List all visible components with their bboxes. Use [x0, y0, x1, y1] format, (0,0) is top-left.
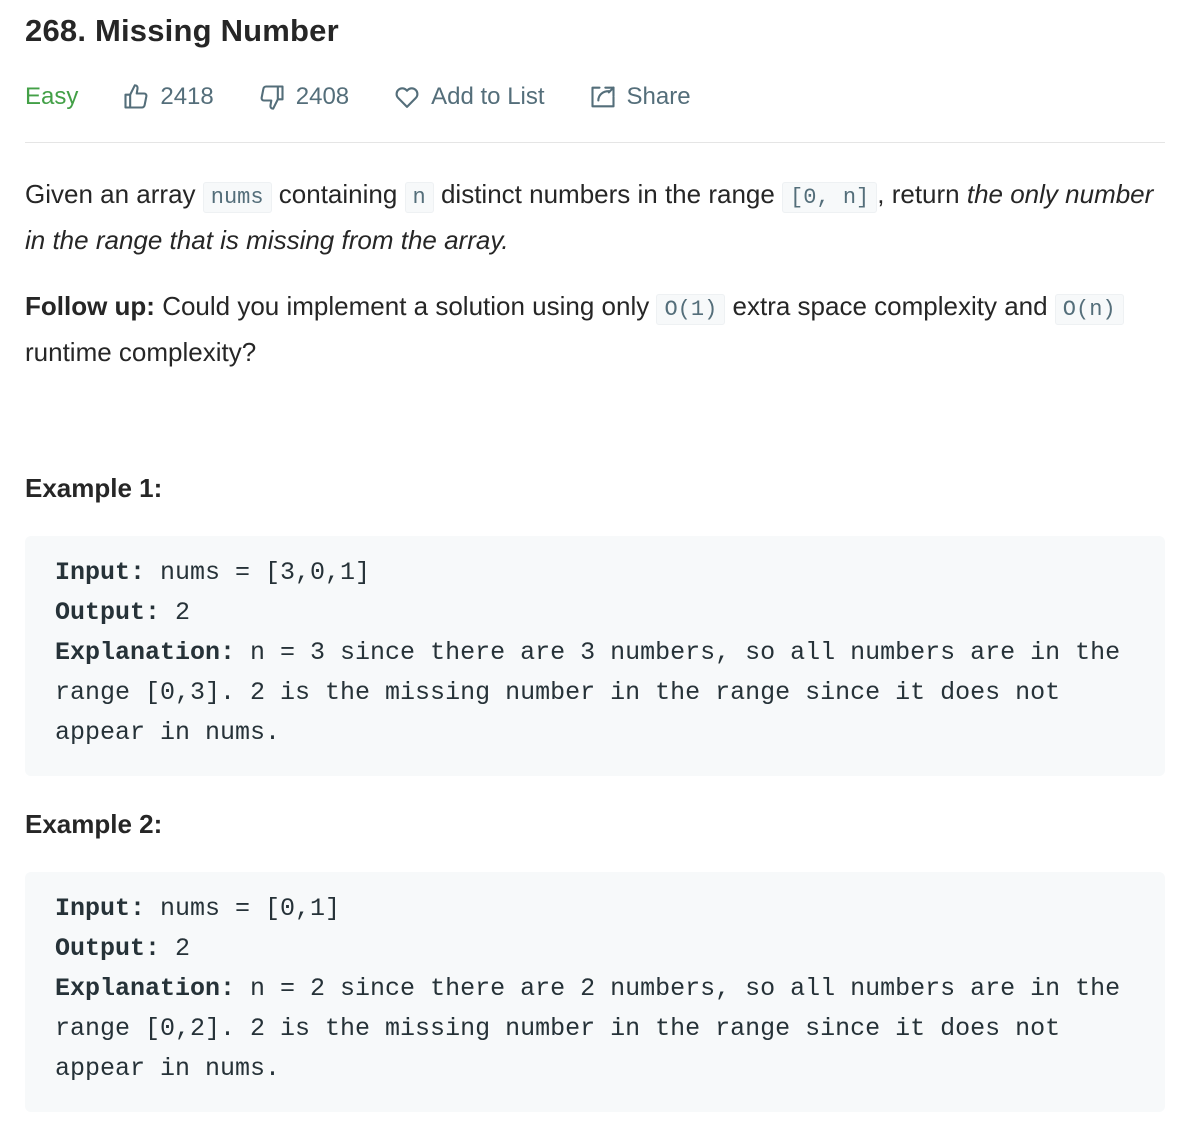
example-2-heading: Example 2:	[25, 809, 163, 839]
output-label: Output:	[55, 934, 161, 963]
add-to-list-label: Add to List	[431, 83, 545, 110]
inline-code-runtime: O(n)	[1054, 294, 1124, 325]
like-button[interactable]: 2418	[122, 83, 214, 111]
add-to-list-button[interactable]: Add to List	[393, 83, 545, 111]
thumbs-down-icon	[260, 85, 284, 110]
share-button[interactable]: Share	[589, 83, 691, 111]
explanation-label: Explanation:	[55, 974, 236, 1003]
difficulty-label: Easy	[25, 83, 79, 110]
heart-icon	[395, 87, 419, 108]
inline-code-range: [0, n]	[782, 182, 878, 213]
problem-title: 268. Missing Number	[25, 13, 339, 48]
share-label: Share	[626, 83, 691, 110]
follow-up-label: Follow up:	[25, 291, 155, 321]
like-count: 2418	[160, 83, 214, 110]
problem-toolbar: Easy 2418 2408 Add to List Share	[25, 78, 735, 116]
inline-code-n: n	[404, 182, 434, 213]
example-1-block: Input: nums = [3,0,1] Output: 2 Explanat…	[25, 536, 1165, 776]
dislike-count: 2408	[295, 83, 350, 110]
input-value: nums = [0,1]	[145, 894, 341, 923]
share-icon	[590, 86, 615, 108]
desc-text: Given an array	[25, 179, 203, 209]
input-label: Input:	[55, 558, 146, 587]
follow-up-text: runtime complexity?	[25, 337, 257, 367]
problem-description: Given an array nums containing n distinc…	[25, 173, 1165, 261]
header-divider	[25, 142, 1165, 143]
follow-up: Follow up: Could you implement a solutio…	[25, 285, 1165, 373]
example-1-heading: Example 1:	[25, 473, 163, 503]
explanation-label: Explanation:	[55, 638, 236, 667]
input-label: Input:	[55, 894, 146, 923]
output-label: Output:	[55, 598, 161, 627]
desc-text: , return	[877, 179, 967, 209]
follow-up-text: extra space complexity and	[725, 291, 1055, 321]
thumbs-up-icon	[124, 84, 148, 109]
follow-up-text: Could you implement a solution using onl…	[154, 291, 657, 321]
output-value: 2	[160, 934, 191, 963]
example-2-block: Input: nums = [0,1] Output: 2 Explanatio…	[25, 872, 1165, 1112]
inline-code-nums: nums	[202, 182, 272, 213]
desc-text: containing	[271, 179, 405, 209]
input-value: nums = [3,0,1]	[145, 558, 371, 587]
output-value: 2	[160, 598, 191, 627]
desc-text: distinct numbers in the range	[433, 179, 783, 209]
inline-code-space: O(1)	[656, 294, 726, 325]
dislike-button[interactable]: 2408	[258, 83, 349, 111]
